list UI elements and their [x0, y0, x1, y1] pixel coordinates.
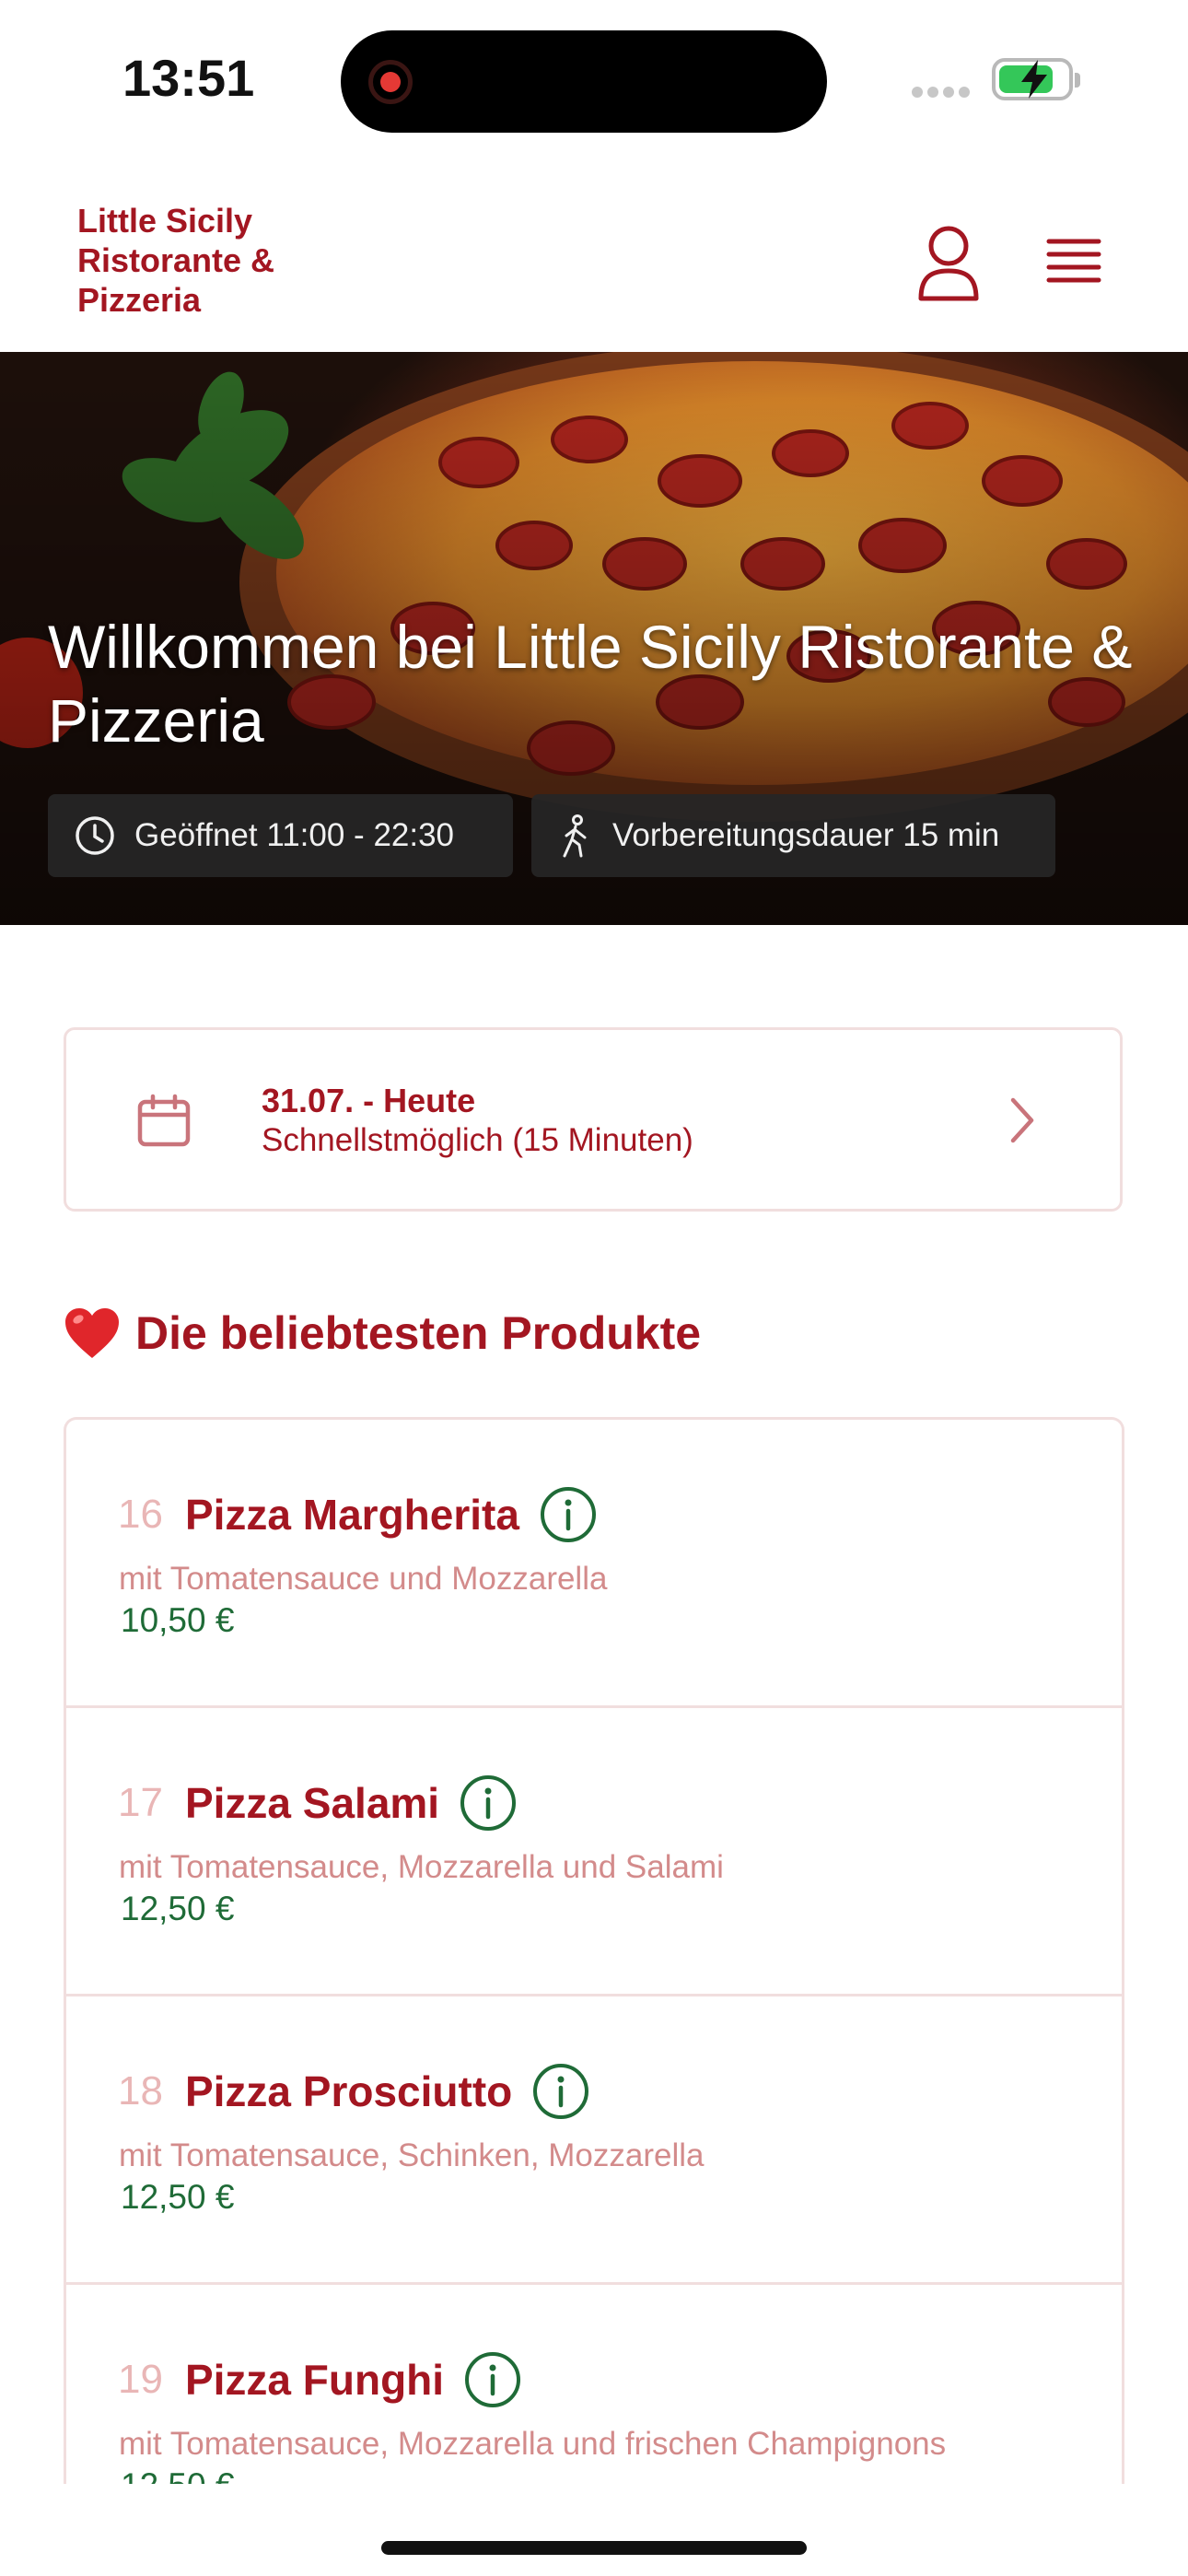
pickup-date: 31.07. - Heute	[262, 1082, 476, 1119]
info-icon[interactable]	[540, 1486, 597, 1543]
heart-icon	[65, 1308, 119, 1358]
opening-hours-badge: Geöffnet 11:00 - 22:30	[48, 794, 513, 877]
product-description: mit Tomatensauce und Mozzarella	[119, 1561, 608, 1597]
pickup-time-selector[interactable]: 31.07. - Heute Schnellstmöglich (15 Minu…	[64, 1027, 1123, 1212]
product-list: 16 Pizza Margherita mit Tomatensauce und…	[64, 1417, 1124, 2484]
info-icon[interactable]	[532, 2063, 589, 2120]
info-icon[interactable]	[460, 1774, 517, 1832]
user-account-button[interactable]	[912, 221, 985, 304]
opening-hours-text: Geöffnet 11:00 - 22:30	[134, 817, 455, 853]
product-number: 19	[118, 2357, 163, 2402]
cellular-signal-icon	[912, 86, 974, 102]
chevron-right-icon	[1010, 1097, 1034, 1143]
dynamic-island	[341, 30, 827, 133]
hero-banner: Willkommen bei Little Sicily Ristorante …	[0, 352, 1188, 925]
product-name: Pizza Prosciutto	[184, 2067, 513, 2115]
product-price: 12,50 €	[121, 2178, 235, 2216]
popular-products-heading: Die beliebtesten Produkte	[64, 1306, 701, 1360]
product-title-row: 18 Pizza Prosciutto	[118, 2063, 589, 2120]
prep-time-text: Vorbereitungsdauer 15 min	[612, 817, 1000, 853]
product-number: 17	[118, 1780, 163, 1825]
product-name: Pizza Margherita	[184, 1491, 519, 1539]
section-title: Die beliebtesten Produkte	[135, 1307, 702, 1359]
product-number: 16	[118, 1492, 163, 1537]
product-title-row: 16 Pizza Margherita	[118, 1486, 597, 1543]
battery-charging-icon	[992, 58, 1080, 100]
product-name: Pizza Salami	[184, 1779, 440, 1827]
product-title-row: 17 Pizza Salami	[118, 1774, 517, 1832]
calendar-icon	[137, 1094, 191, 1147]
clock-icon	[76, 816, 114, 855]
product-price: 10,50 €	[121, 1601, 235, 1639]
prep-time-badge: Vorbereitungsdauer 15 min	[531, 794, 1055, 877]
status-time: 13:51	[122, 49, 255, 107]
restaurant-logo[interactable]: Little Sicily Ristorante & Pizzeria	[77, 201, 354, 320]
product-number: 18	[118, 2068, 163, 2113]
app-header: Little Sicily Ristorante & Pizzeria	[0, 166, 1188, 352]
info-icon[interactable]	[464, 2351, 521, 2408]
product-item[interactable]: 19 Pizza Funghi mit Tomatensauce, Mozzar…	[66, 2285, 1122, 2484]
recording-icon	[368, 60, 413, 104]
user-icon	[918, 226, 979, 301]
product-description: mit Tomatensauce, Mozzarella und Salami	[119, 1849, 724, 1885]
hamburger-menu-icon	[1046, 239, 1101, 283]
hero-title: Willkommen bei Little Sicily Ristorante …	[48, 613, 1133, 755]
status-bar: 13:51	[0, 0, 1188, 166]
home-indicator[interactable]	[381, 2541, 807, 2555]
product-item[interactable]: 18 Pizza Prosciutto mit Tomatensauce, Sc…	[66, 1996, 1122, 2285]
walking-icon	[563, 814, 587, 858]
menu-button[interactable]	[1036, 227, 1110, 300]
product-description: mit Tomatensauce, Mozzarella und frische…	[119, 2426, 947, 2462]
product-description: mit Tomatensauce, Schinken, Mozzarella	[119, 2137, 705, 2173]
product-price: 12,50 €	[121, 1890, 235, 1927]
product-price: 12,50 €	[121, 2466, 234, 2484]
product-item[interactable]: 16 Pizza Margherita mit Tomatensauce und…	[66, 1420, 1122, 1708]
product-name: Pizza Funghi	[184, 2356, 445, 2404]
product-title-row: 19 Pizza Funghi	[118, 2351, 521, 2408]
product-item[interactable]: 17 Pizza Salami mit Tomatensauce, Mozzar…	[66, 1708, 1122, 1996]
pickup-time: Schnellstmöglich (15 Minuten)	[262, 1122, 693, 1158]
